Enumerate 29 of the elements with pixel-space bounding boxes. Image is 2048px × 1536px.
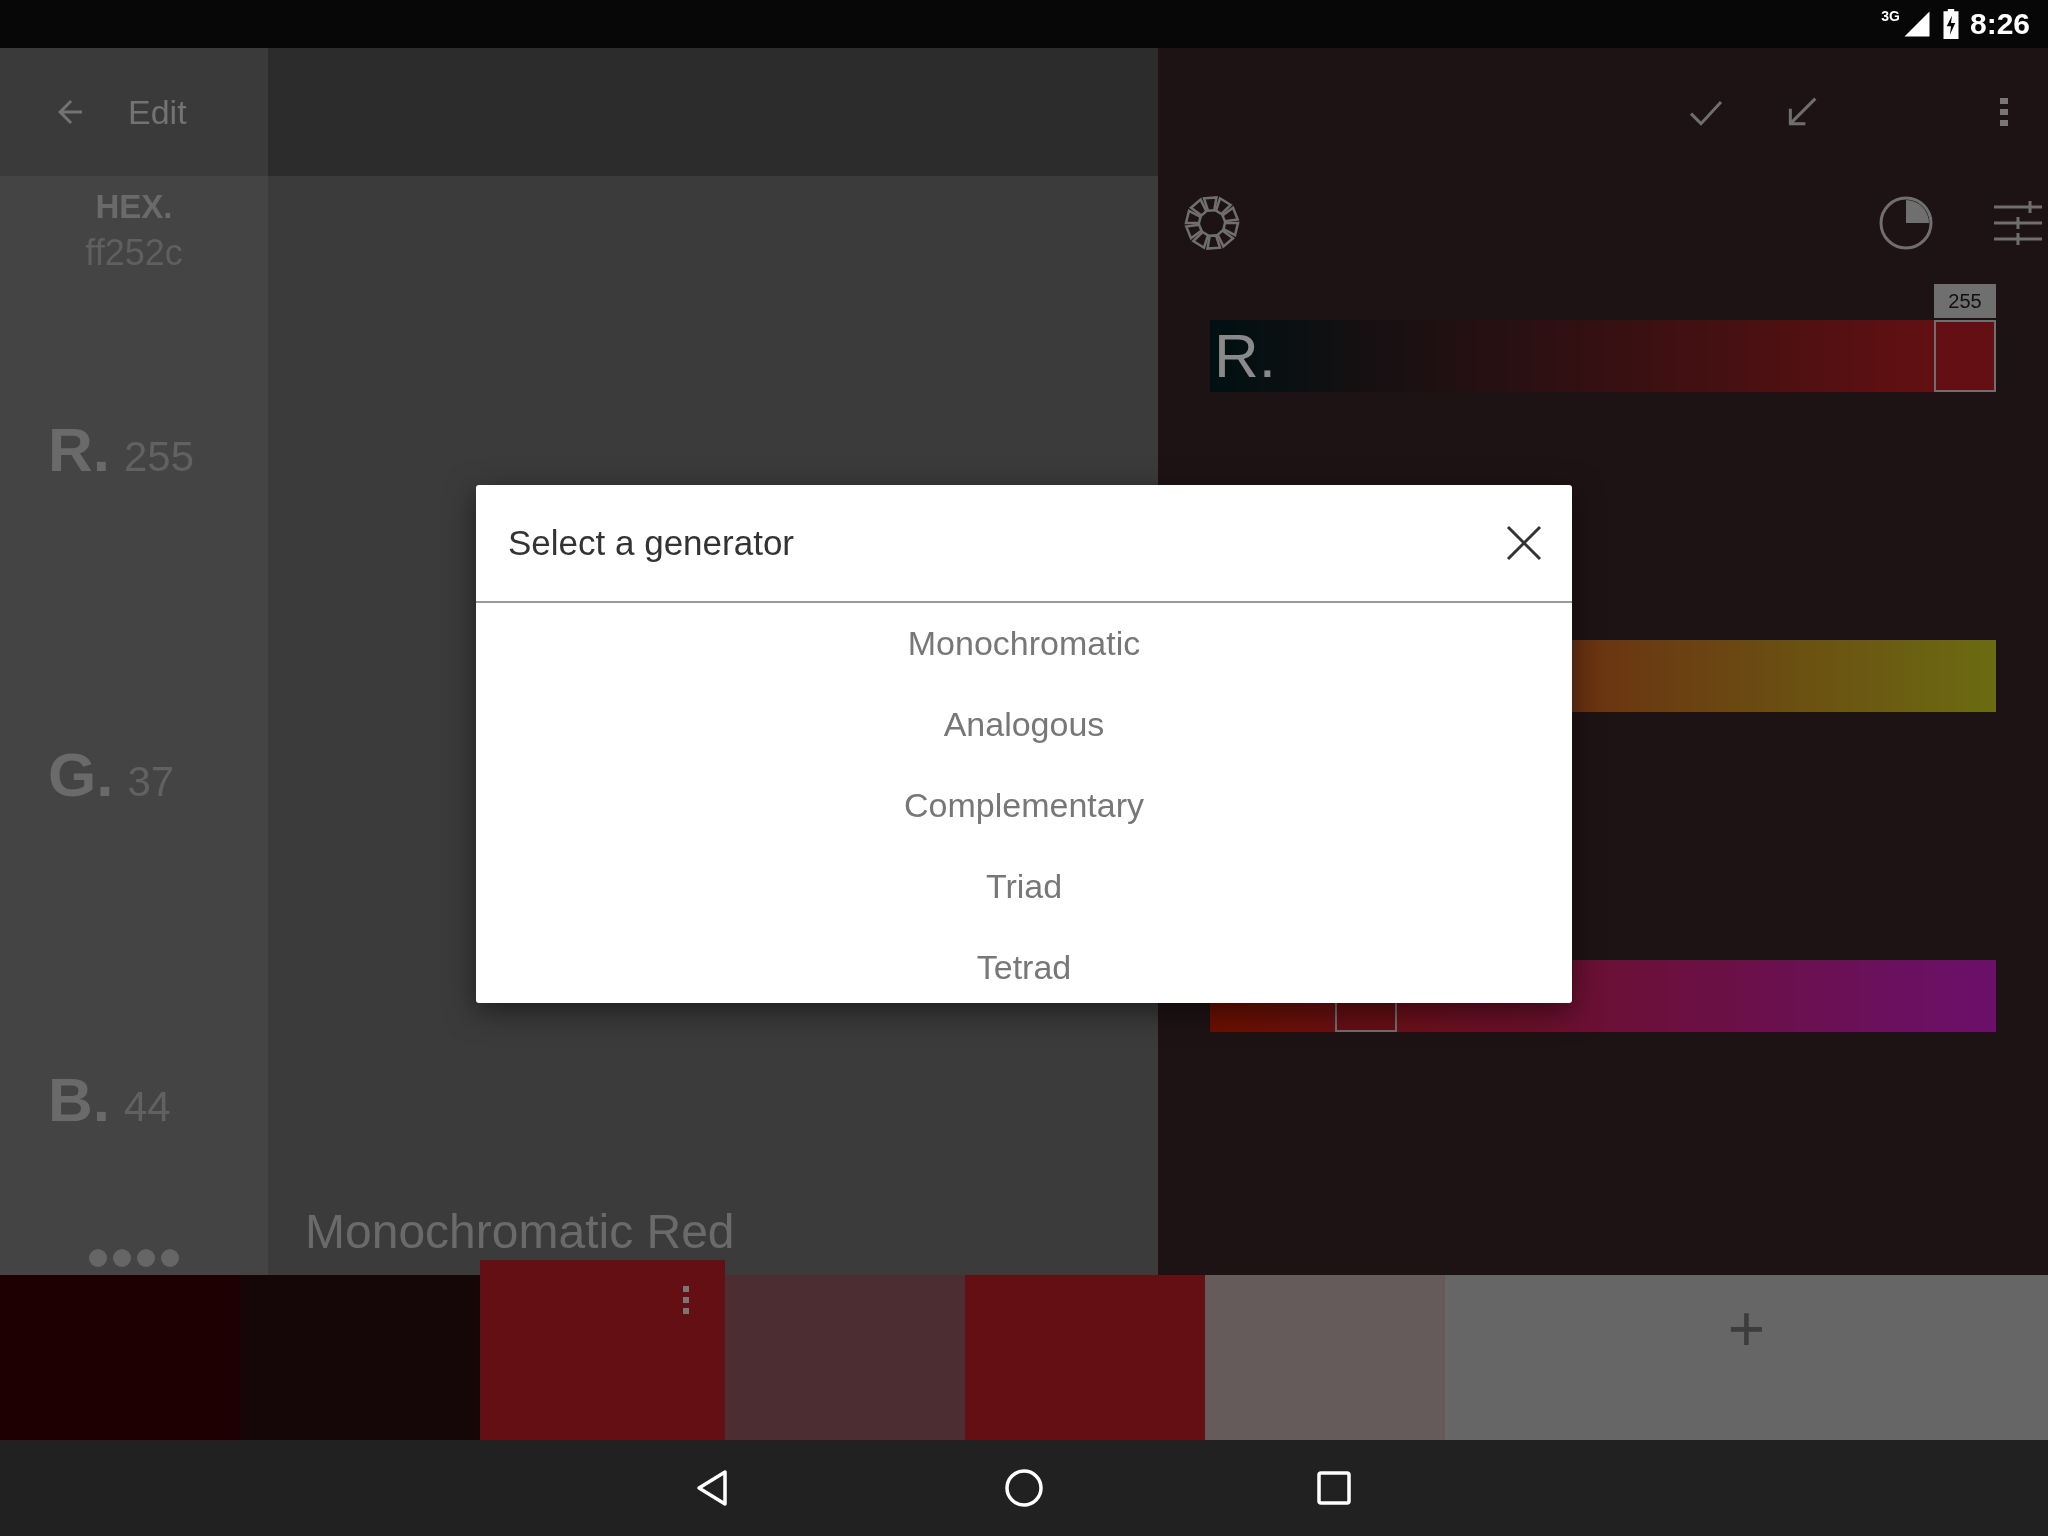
screen-title: Edit <box>128 92 187 132</box>
generator-option[interactable]: Analogous <box>923 684 1125 765</box>
slider-thumb[interactable] <box>1934 320 1996 392</box>
slider-reading: 255 <box>1934 284 1996 318</box>
color-swatch[interactable] <box>240 1275 480 1440</box>
home-circle-icon[interactable] <box>1004 1468 1044 1508</box>
slider-label: R. <box>1214 320 1276 392</box>
color-swatch[interactable] <box>480 1260 725 1440</box>
color-swatch[interactable] <box>0 1275 240 1440</box>
clock-time: 8:26 <box>1969 7 2030 41</box>
network-type: 3G <box>1881 8 1900 24</box>
generator-option[interactable]: Complementary <box>884 765 1164 846</box>
generator-option[interactable]: Monochromatic <box>887 603 1161 684</box>
sliders-icon[interactable] <box>1994 201 2042 245</box>
battery-charging-icon <box>1941 9 1960 39</box>
more-menu-icon[interactable] <box>2000 98 2008 126</box>
recents-square-icon[interactable] <box>1314 1468 1354 1508</box>
close-icon[interactable] <box>1506 525 1542 561</box>
color-swatch[interactable] <box>1205 1275 1445 1440</box>
generator-option[interactable]: Triad <box>965 846 1083 927</box>
color-wheel-icon[interactable] <box>1184 195 1240 251</box>
more-menu-icon[interactable] <box>683 1286 689 1314</box>
color-swatch[interactable] <box>965 1275 1205 1440</box>
dialog-title: Select a generator <box>508 523 795 563</box>
page-dots-icon <box>87 1247 181 1269</box>
generator-option[interactable]: Tetrad <box>956 927 1092 1008</box>
color-slider-track[interactable]: R. <box>1210 320 1996 392</box>
pie-chart-icon[interactable] <box>1878 195 1934 251</box>
color-swatch[interactable] <box>725 1275 965 1440</box>
